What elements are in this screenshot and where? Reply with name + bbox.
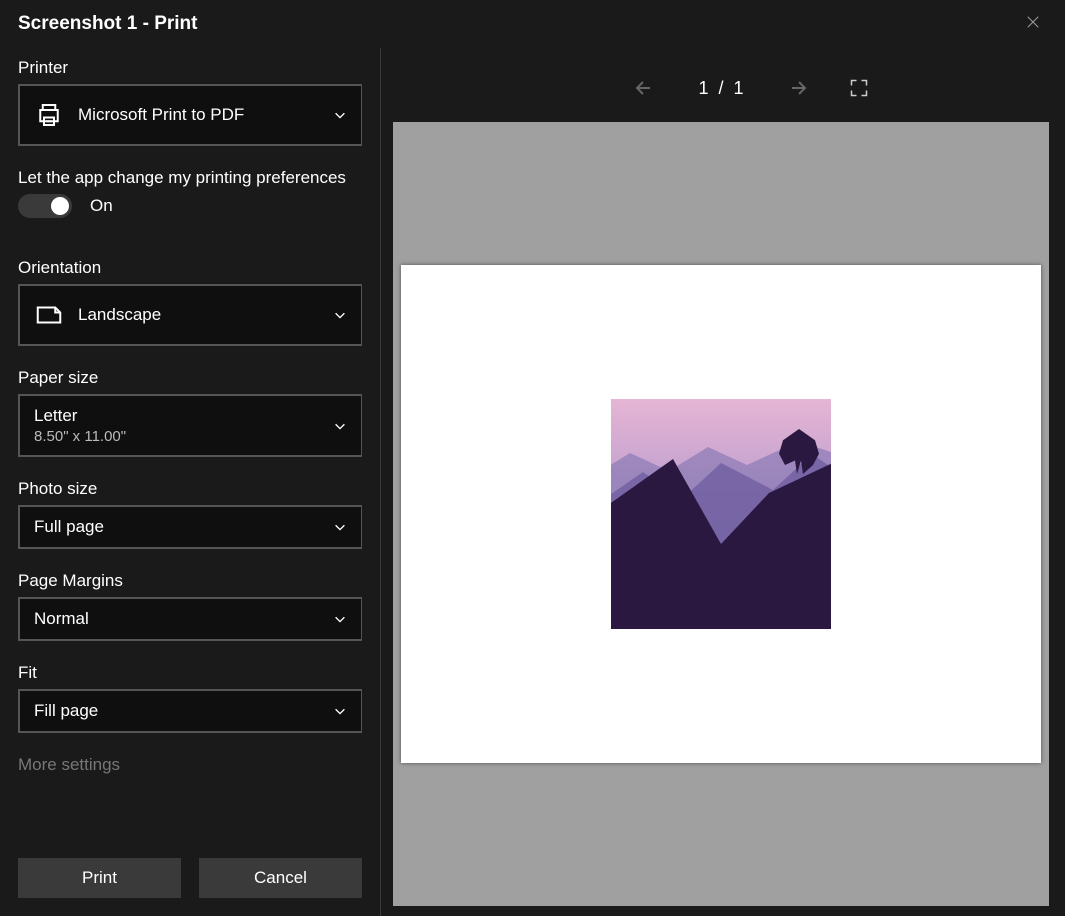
print-button[interactable]: Print — [18, 858, 181, 898]
printer-icon — [34, 100, 64, 130]
chevron-down-icon — [333, 612, 347, 626]
photo-size-select[interactable]: Full page — [18, 505, 362, 549]
settings-panel: Printer Microsoft Print to PDF Let the a… — [0, 48, 381, 916]
preview-controls: 1 / 1 — [393, 68, 1049, 108]
page-margins-value: Normal — [34, 609, 333, 629]
paper-size-sub: 8.50" x 11.00" — [34, 428, 333, 445]
fit-value: Fill page — [34, 701, 333, 721]
next-page-button[interactable] — [786, 76, 810, 100]
landscape-icon — [34, 300, 64, 330]
close-button[interactable] — [1019, 10, 1047, 38]
app-pref-label: Let the app change my printing preferenc… — [18, 168, 362, 188]
preview-area — [393, 122, 1049, 906]
chevron-down-icon — [333, 108, 347, 122]
chevron-down-icon — [333, 419, 347, 433]
page-margins-label: Page Margins — [18, 571, 362, 591]
prev-page-button[interactable] — [632, 76, 656, 100]
more-settings-link[interactable]: More settings — [18, 755, 362, 775]
page-indicator: 1 / 1 — [698, 78, 743, 99]
orientation-label: Orientation — [18, 258, 362, 278]
close-icon — [1026, 15, 1040, 34]
title-bar: Screenshot 1 - Print — [0, 0, 1065, 48]
photo-size-value: Full page — [34, 517, 333, 537]
fullscreen-button[interactable] — [849, 78, 869, 98]
paper-size-label: Paper size — [18, 368, 362, 388]
chevron-down-icon — [333, 308, 347, 322]
action-buttons: Print Cancel — [18, 842, 362, 916]
orientation-select[interactable]: Landscape — [18, 284, 362, 346]
preview-image — [611, 399, 831, 629]
cancel-button[interactable]: Cancel — [199, 858, 362, 898]
page-margins-select[interactable]: Normal — [18, 597, 362, 641]
preview-page — [401, 265, 1041, 763]
chevron-down-icon — [333, 704, 347, 718]
photo-size-label: Photo size — [18, 479, 362, 499]
page-sep: / — [718, 78, 723, 98]
paper-size-value: Letter 8.50" x 11.00" — [34, 406, 333, 445]
paper-size-select[interactable]: Letter 8.50" x 11.00" — [18, 394, 362, 457]
printer-label: Printer — [18, 58, 362, 78]
fit-select[interactable]: Fill page — [18, 689, 362, 733]
paper-size-main: Letter — [34, 406, 77, 425]
printer-select[interactable]: Microsoft Print to PDF — [18, 84, 362, 146]
chevron-down-icon — [333, 520, 347, 534]
app-pref-toggle[interactable] — [18, 194, 72, 218]
current-page: 1 — [698, 78, 708, 98]
orientation-value: Landscape — [78, 305, 333, 325]
printer-value: Microsoft Print to PDF — [78, 105, 333, 125]
fit-label: Fit — [18, 663, 362, 683]
preview-panel: 1 / 1 — [381, 48, 1065, 916]
toggle-state-label: On — [90, 196, 113, 216]
total-pages: 1 — [734, 78, 744, 98]
dialog-title: Screenshot 1 - Print — [18, 13, 198, 35]
